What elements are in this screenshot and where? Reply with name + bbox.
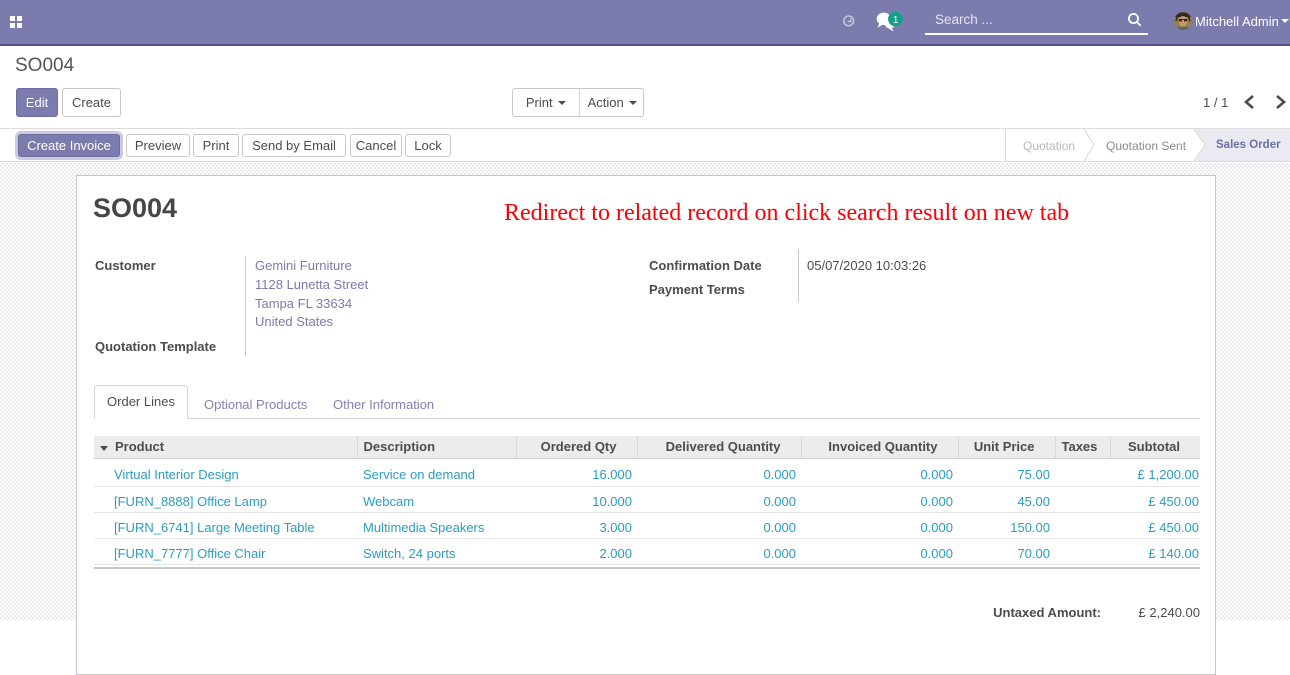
svg-text:1: 1 xyxy=(893,14,899,26)
